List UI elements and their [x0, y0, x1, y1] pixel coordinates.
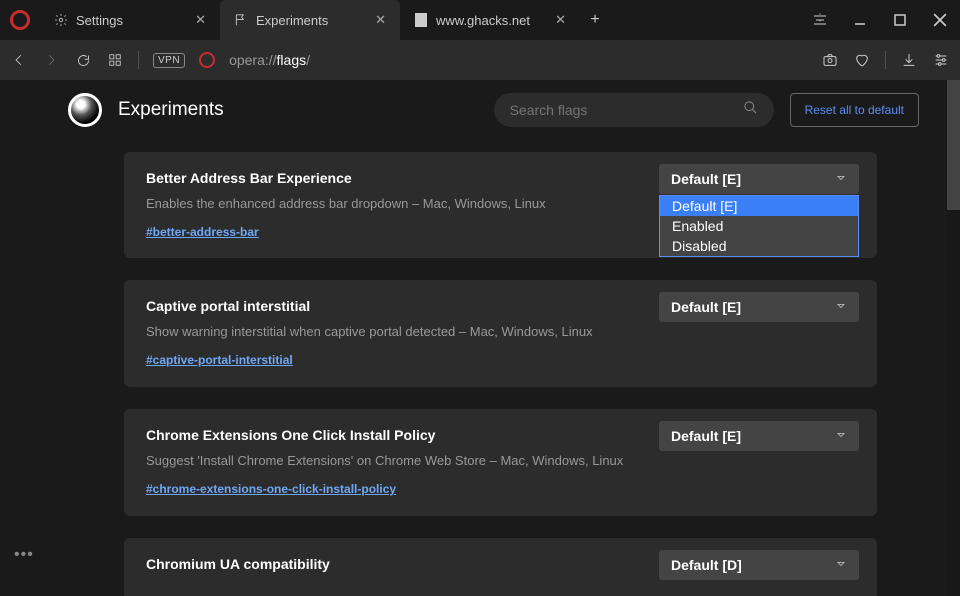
- tab-label: Settings: [76, 13, 123, 28]
- chevron-down-icon: [835, 299, 847, 315]
- flag-dropdown-option[interactable]: Disabled: [660, 236, 858, 256]
- maximize-button[interactable]: [880, 0, 920, 40]
- tab-label: www.ghacks.net: [436, 13, 530, 28]
- gear-icon: [54, 13, 68, 27]
- heart-icon[interactable]: [853, 51, 871, 69]
- flag-dropdown[interactable]: Default [D]: [659, 550, 859, 580]
- vpn-badge[interactable]: VPN: [153, 53, 185, 68]
- new-tab-button[interactable]: +: [580, 0, 610, 40]
- flag-dropdown-menu: Default [E]EnabledDisabled: [659, 195, 859, 257]
- easy-setup-icon[interactable]: [932, 51, 950, 69]
- titlebar: Settings ✕ Experiments ✕ www.ghacks.net …: [0, 0, 960, 40]
- url-prefix: opera://: [229, 52, 276, 68]
- flag-card: Chrome Extensions One Click Install Poli…: [124, 409, 877, 516]
- experiments-logo: [68, 93, 102, 127]
- url-suffix: /: [306, 52, 310, 68]
- flag-dropdown-option[interactable]: Default [E]: [660, 196, 858, 216]
- page-header: Experiments Reset all to default: [40, 80, 947, 140]
- speed-dial-icon[interactable]: [106, 51, 124, 69]
- flag-dropdown[interactable]: Default [E]: [659, 164, 859, 194]
- close-icon[interactable]: ✕: [375, 12, 386, 28]
- flag-dropdown-value: Default [E]: [671, 299, 741, 315]
- flag-anchor-link[interactable]: #better-address-bar: [146, 225, 259, 239]
- search-wrap: [494, 93, 774, 127]
- back-button[interactable]: [10, 51, 28, 69]
- reload-button[interactable]: [74, 51, 92, 69]
- reset-all-button[interactable]: Reset all to default: [790, 93, 919, 127]
- flag-desc: Show warning interstitial when captive p…: [146, 324, 855, 339]
- flag-dropdown[interactable]: Default [E]: [659, 292, 859, 322]
- search-input[interactable]: [510, 102, 743, 118]
- window-close-button[interactable]: [920, 0, 960, 40]
- flag-card: Chromium UA compatibilityDefault [D]: [124, 538, 877, 596]
- flag-dropdown-value: Default [E]: [671, 428, 741, 444]
- url-highlight: flags: [277, 52, 307, 68]
- close-icon[interactable]: ✕: [195, 12, 206, 28]
- download-icon[interactable]: [900, 51, 918, 69]
- tab-ghacks[interactable]: www.ghacks.net ✕: [400, 0, 580, 40]
- forward-button[interactable]: [42, 51, 60, 69]
- flag-dropdown-value: Default [D]: [671, 557, 742, 573]
- chevron-down-icon: [835, 171, 847, 187]
- page-content: Experiments Reset all to default Better …: [40, 80, 947, 596]
- flag-card: Better Address Bar ExperienceEnables the…: [124, 152, 877, 258]
- flag-desc: Suggest 'Install Chrome Extensions' on C…: [146, 453, 855, 468]
- sidebar-menu-icon[interactable]: •••: [14, 546, 34, 564]
- opera-logo[interactable]: [0, 0, 40, 40]
- easy-setup-icon[interactable]: [800, 0, 840, 40]
- tab-experiments[interactable]: Experiments ✕: [220, 0, 400, 40]
- minimize-button[interactable]: [840, 0, 880, 40]
- search-icon[interactable]: [743, 100, 758, 120]
- flag-dropdown-value: Default [E]: [671, 171, 741, 187]
- divider: [885, 51, 886, 69]
- scrollbar-track[interactable]: [947, 80, 960, 596]
- scrollbar-thumb[interactable]: [947, 80, 960, 210]
- snapshot-icon[interactable]: [821, 51, 839, 69]
- url-field[interactable]: opera://flags/: [229, 52, 807, 68]
- window-controls: [800, 0, 960, 40]
- close-icon[interactable]: ✕: [555, 12, 566, 28]
- opera-icon: [199, 52, 215, 68]
- flag-dropdown-option[interactable]: Enabled: [660, 216, 858, 236]
- tab-settings[interactable]: Settings ✕: [40, 0, 220, 40]
- flag-card: Captive portal interstitialShow warning …: [124, 280, 877, 387]
- divider: [138, 51, 139, 69]
- file-icon: [414, 13, 428, 27]
- flag-anchor-link[interactable]: #captive-portal-interstitial: [146, 353, 293, 367]
- tab-label: Experiments: [256, 13, 328, 28]
- tab-strip: Settings ✕ Experiments ✕ www.ghacks.net …: [40, 0, 800, 40]
- chevron-down-icon: [835, 557, 847, 573]
- address-bar: VPN opera://flags/: [0, 40, 960, 80]
- page-title: Experiments: [118, 99, 478, 121]
- chevron-down-icon: [835, 428, 847, 444]
- flag-dropdown[interactable]: Default [E]: [659, 421, 859, 451]
- flag-anchor-link[interactable]: #chrome-extensions-one-click-install-pol…: [146, 482, 396, 496]
- flag-icon: [234, 13, 248, 27]
